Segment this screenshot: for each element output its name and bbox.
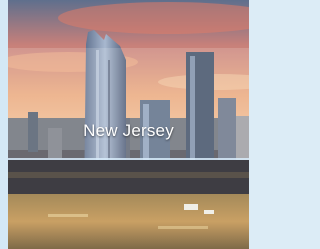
label-overlay [8, 48, 249, 160]
tile-label: New Jersey [83, 121, 174, 140]
left-margin [0, 0, 8, 249]
location-tile-new-jersey[interactable]: New Jersey [8, 0, 249, 249]
